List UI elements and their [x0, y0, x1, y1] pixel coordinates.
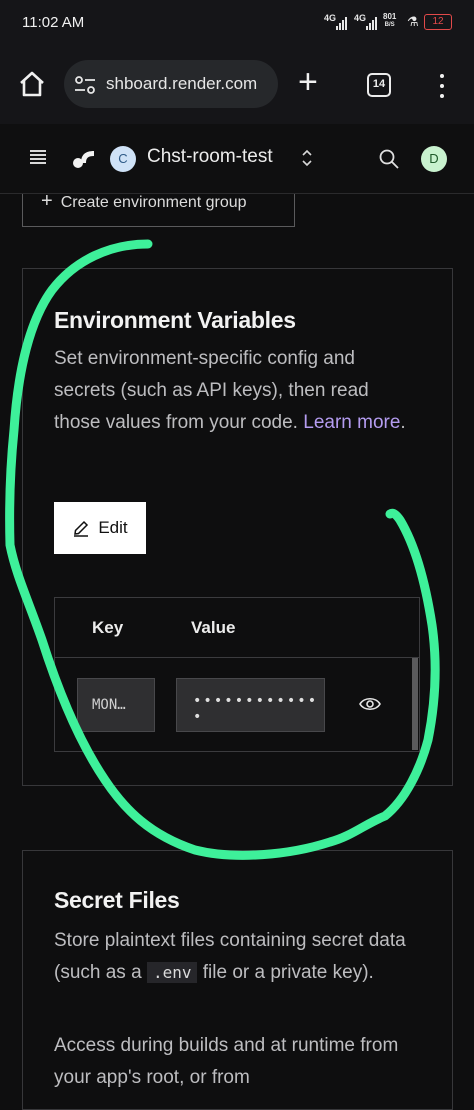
chevron-up-down-icon[interactable] [300, 146, 314, 170]
status-time: 11:02 AM [22, 14, 85, 31]
env-vars-title: Environment Variables [54, 307, 296, 333]
env-file-code: .env [146, 962, 198, 983]
secret-files-title: Secret Files [54, 887, 180, 913]
tab-switcher-button[interactable]: 14 [367, 73, 391, 97]
env-vars-description: Set environment-specific config and secr… [54, 348, 406, 433]
column-header-value: Value [191, 618, 236, 637]
plus-icon: + [41, 194, 53, 212]
browser-toolbar: shboard.render.com + 14 [0, 46, 474, 124]
learn-more-link[interactable]: Learn more [303, 412, 400, 433]
render-logo-icon[interactable] [72, 147, 96, 169]
env-key-input[interactable]: MON… [77, 678, 155, 732]
create-environment-group-button[interactable]: + Create environment group [22, 194, 295, 227]
site-settings-icon[interactable] [74, 76, 96, 94]
pencil-icon [74, 520, 89, 537]
search-icon[interactable] [378, 148, 400, 170]
data-rate: 801 B/S [383, 12, 397, 29]
show-value-eye-icon[interactable] [358, 694, 382, 714]
table-scrollbar[interactable] [412, 658, 418, 750]
column-header-key: Key [92, 618, 124, 637]
secret-files-access-text: Access during builds and at runtime from… [54, 1035, 399, 1088]
env-value-input[interactable]: ••••••••••••• [176, 678, 325, 732]
status-bar: 11:02 AM 4G 4G 801 B/S ⚗ 12 [0, 0, 474, 46]
table-header: Key Value [55, 598, 419, 658]
new-tab-icon[interactable]: + [298, 62, 318, 102]
browser-menu-icon[interactable] [434, 72, 450, 100]
home-icon[interactable] [18, 70, 46, 98]
edit-env-vars-button[interactable]: Edit [54, 502, 146, 554]
user-avatar[interactable]: D [421, 146, 447, 172]
project-selector[interactable]: Chst-room-test [147, 146, 273, 168]
battery-icon: 12 [424, 14, 452, 30]
network-type-2: 4G [354, 13, 367, 23]
network-type-1: 4G [324, 13, 337, 23]
env-vars-table: Key Value MON… ••••••••••••• [54, 597, 420, 752]
app-header: C Chst-room-test D [0, 124, 474, 194]
signal-bars-icon [336, 16, 348, 30]
hamburger-menu-icon[interactable] [30, 150, 46, 164]
secret-files-description: Store plaintext files containing secret … [54, 930, 406, 983]
flask-icon: ⚗ [407, 14, 419, 29]
url-text[interactable]: shboard.render.com [106, 74, 257, 94]
workspace-avatar[interactable]: C [110, 146, 136, 172]
signal-bars-icon [366, 16, 378, 30]
